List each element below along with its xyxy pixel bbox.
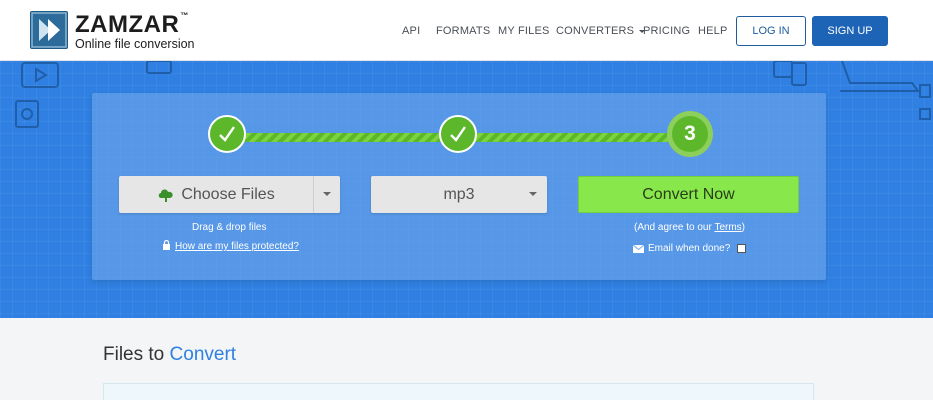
files-table-header (103, 383, 814, 400)
step-2-complete (439, 115, 477, 153)
site-header: ZAMZAR™ Online file conversion API FORMA… (0, 0, 933, 61)
nav-item-help[interactable]: HELP (698, 25, 728, 37)
nav-item-converters[interactable]: CONVERTERS (556, 25, 646, 37)
login-button[interactable]: LOG IN (736, 16, 806, 46)
terms-link[interactable]: Terms (714, 222, 741, 233)
check-icon (450, 126, 466, 142)
zamzar-logo[interactable]: ZAMZAR™ Online file conversion (30, 11, 210, 51)
caret-down-icon (529, 192, 537, 196)
progress-bar-step-2-3 (458, 133, 690, 142)
drag-drop-hint: Drag & drop files (192, 222, 267, 233)
email-when-done-label: Email when done? (648, 243, 731, 254)
email-when-done-checkbox[interactable] (737, 244, 747, 253)
step-3-current: 3 (667, 111, 713, 157)
convert-now-button[interactable]: Convert Now (578, 176, 799, 213)
caret-down-icon (323, 192, 331, 196)
brand-name: ZAMZAR™ (75, 11, 189, 38)
nav-item-api[interactable]: API (402, 25, 420, 37)
step-1-complete (208, 115, 246, 153)
choose-files-dropdown[interactable] (313, 176, 340, 213)
format-select[interactable]: mp3 (371, 176, 547, 213)
agree-terms-text: (And agree to our Terms) (634, 222, 746, 233)
signup-button[interactable]: SIGN UP (812, 16, 888, 46)
progress-bar-step-1-2 (226, 133, 458, 142)
envelope-icon (633, 244, 644, 253)
nav-item-pricing[interactable]: PRICING (643, 25, 690, 37)
email-when-done-row: Email when done? (633, 243, 747, 254)
nav-item-formats[interactable]: FORMATS (436, 25, 490, 37)
choose-files-main[interactable]: Choose Files (119, 176, 313, 213)
cloud-upload-icon (159, 188, 173, 202)
format-selected-value: mp3 (443, 185, 475, 203)
brand-tagline: Online file conversion (75, 37, 195, 51)
video-doodle-icon (15, 62, 59, 128)
check-icon (219, 126, 235, 142)
files-to-convert-title: Files to Convert (103, 344, 237, 365)
image-doodle-icon (146, 61, 172, 74)
converter-hero: 3 Choose Files Drag & drop files How are… (0, 61, 933, 318)
conversion-panel: 3 Choose Files Drag & drop files How are… (92, 93, 826, 280)
files-protected-link[interactable]: How are my files protected? (175, 241, 299, 252)
choose-files-label: Choose Files (181, 185, 275, 203)
files-protected-row: How are my files protected? (162, 239, 299, 252)
lock-icon (163, 239, 170, 250)
logo-mark-icon (30, 11, 68, 49)
choose-files-button[interactable]: Choose Files (119, 176, 340, 213)
nav-item-my-files[interactable]: MY FILES (498, 25, 550, 37)
